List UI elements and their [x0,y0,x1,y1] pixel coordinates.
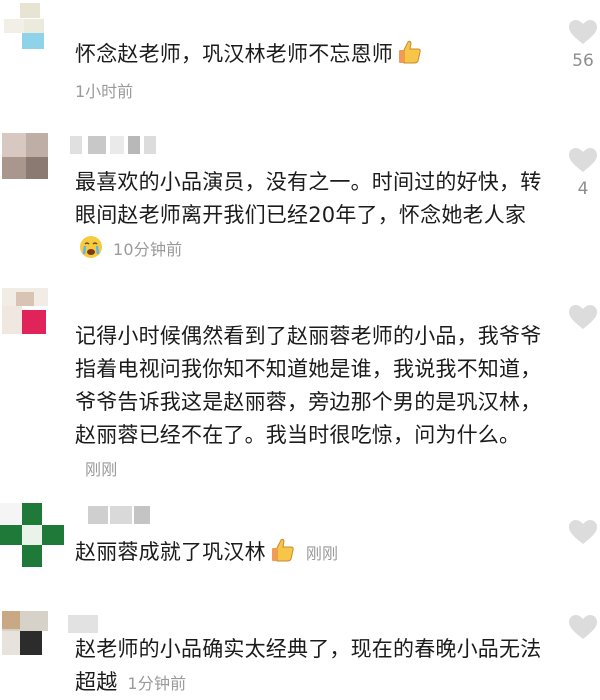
comment-body: 怀念赵老师，巩汉林老师不忘恩师 [75,42,393,66]
like-button[interactable]: 4 [566,148,600,199]
like-button[interactable]: 56 [566,20,600,71]
comment-item: 最喜欢的小品演员，没有之一。时间过的好快，转眼间赵老师离开我们已经20年了，怀念… [0,130,600,280]
avatar[interactable] [2,133,48,179]
heart-icon [569,305,597,329]
comment-time: 10分钟前 [113,240,183,259]
thumbs-up-icon [270,537,296,573]
comment-text: 赵丽蓉成就了巩汉林 刚刚 [75,536,545,573]
comment-text: 赵老师的小品确实太经典了，现在的春晚小品无法超越 1分钟前 [75,633,545,700]
comment-text: 记得小时候偶然看到了赵丽蓉老师的小品，我爷爷指着电视问我你知不知道她是谁，我说我… [75,320,545,486]
comment-item: 怀念赵老师，巩汉林老师不忘恩师 1小时前 56 [0,0,600,110]
heart-icon [569,520,597,544]
heart-icon [569,20,597,44]
comment-item: 记得小时候偶然看到了赵丽蓉老师的小品，我爷爷指着电视问我你知不知道她是谁，我说我… [0,285,600,485]
avatar[interactable] [2,288,48,334]
thumbs-up-icon [397,39,423,75]
avatar[interactable] [2,611,48,657]
comment-body: 记得小时候偶然看到了赵丽蓉老师的小品，我爷爷指着电视问我你知不知道她是谁，我说我… [75,324,542,447]
comment-body: 最喜欢的小品演员，没有之一。时间过的好快，转眼间赵老师离开我们已经20年了，怀念… [75,170,542,227]
like-button[interactable] [566,520,600,545]
like-count: 56 [572,51,594,71]
comment-time: 刚刚 [305,544,339,563]
crying-face-icon [79,235,103,269]
comment-time: 1分钟前 [127,674,187,693]
like-button[interactable] [566,615,600,640]
comment-text: 最喜欢的小品演员，没有之一。时间过的好快，转眼间赵老师离开我们已经20年了，怀念… [75,166,545,269]
heart-icon [569,148,597,172]
avatar[interactable] [2,3,48,49]
comment-time: 刚刚 [85,460,118,479]
heart-icon [569,615,597,639]
comment-item: 赵老师的小品确实太经典了，现在的春晚小品无法超越 1分钟前 [0,605,600,698]
comment-time: 1小时前 [75,82,134,101]
avatar[interactable] [0,503,66,569]
like-count: 4 [577,179,589,199]
comment-text: 怀念赵老师，巩汉林老师不忘恩师 [75,38,545,75]
comment-item: 赵丽蓉成就了巩汉林 刚刚 [0,500,600,600]
like-button[interactable] [566,305,600,330]
comment-body: 赵丽蓉成就了巩汉林 [75,540,266,564]
